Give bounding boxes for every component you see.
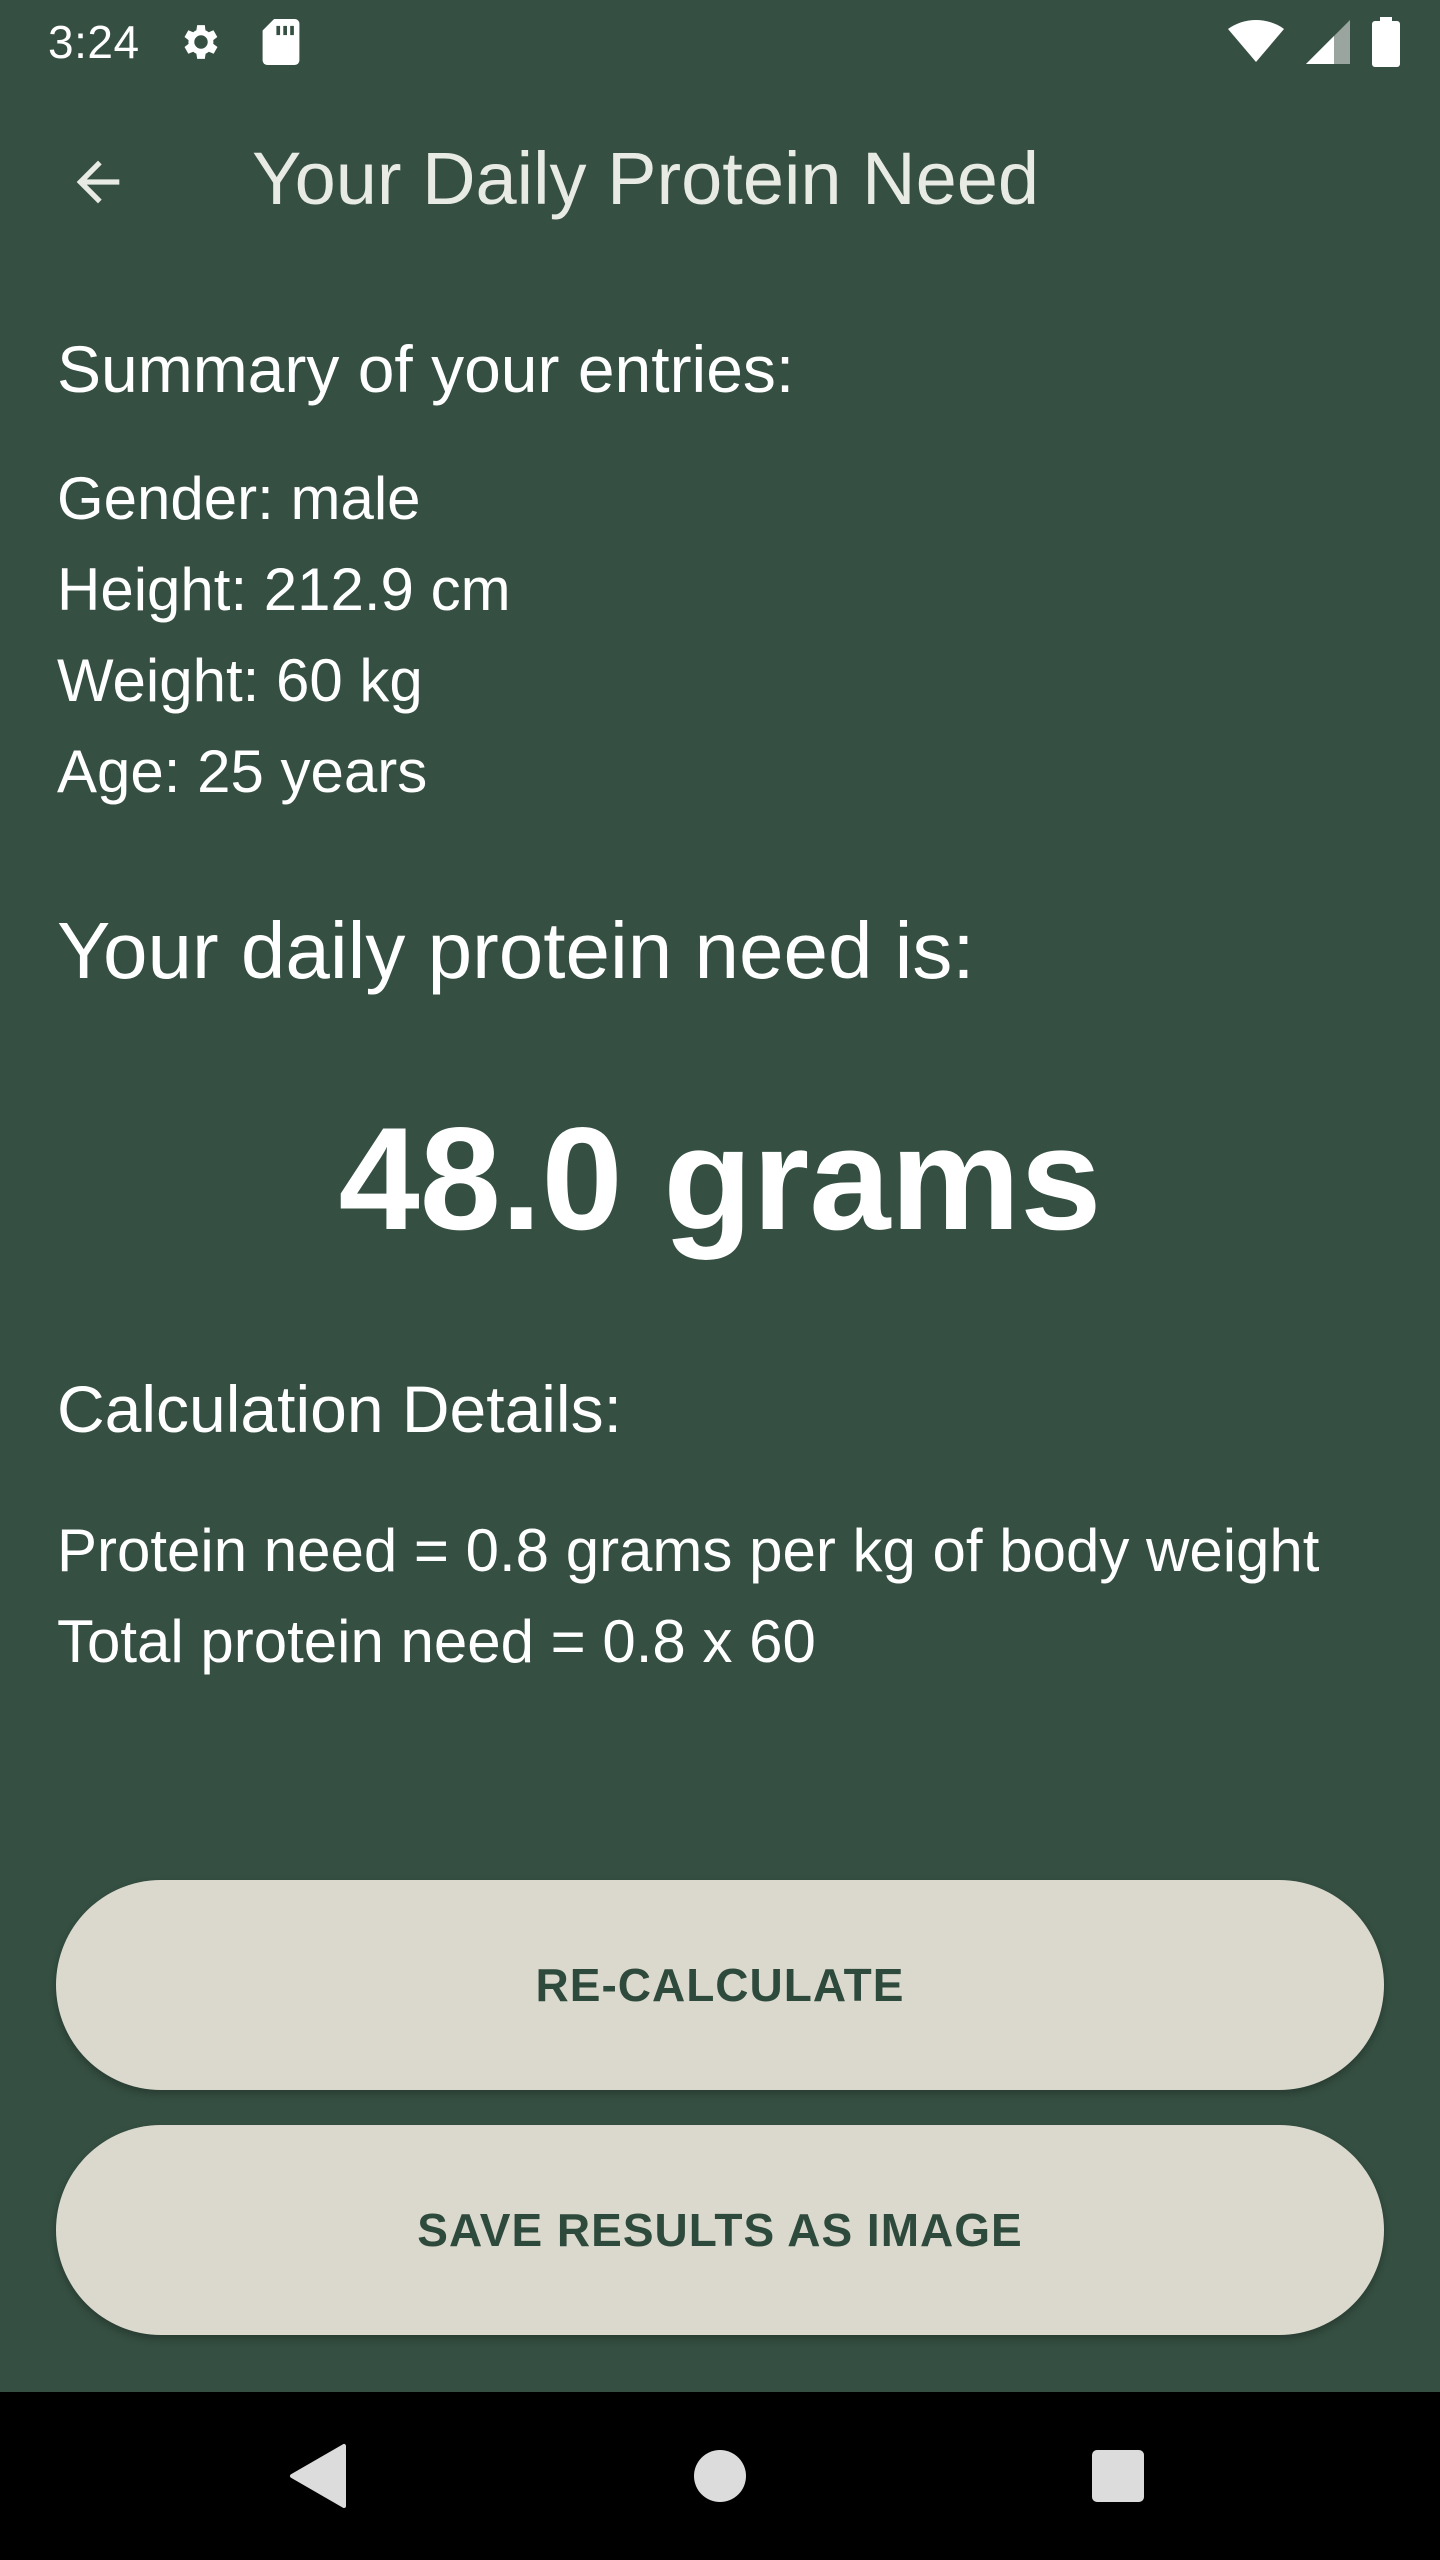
calculation-line: Protein need = 0.8 grams per kg of body … <box>57 1517 1320 1584</box>
status-bar: 3:24 <box>0 0 1440 84</box>
nav-home-icon <box>694 2450 746 2502</box>
results-content: Summary of your entries: Gender: male He… <box>57 330 1387 1675</box>
entry-height: Height: 212.9 cm <box>57 556 511 624</box>
page-title: Your Daily Protein Need <box>252 137 1040 221</box>
summary-heading: Summary of your entries: <box>57 332 795 406</box>
calculation-line: Total protein need = 0.8 x 60 <box>57 1608 816 1675</box>
calculation-heading: Calculation Details: <box>57 1372 622 1446</box>
entries-list: Gender: male Height: 212.9 cm Weight: 60… <box>57 453 1387 817</box>
gear-icon <box>178 19 224 65</box>
app-bar: Your Daily Protein Need <box>0 84 1440 280</box>
status-right <box>1228 17 1400 67</box>
entry-age: Age: 25 years <box>57 738 428 806</box>
nav-recents-button[interactable] <box>1058 2416 1178 2536</box>
arrow-left-icon <box>76 160 120 204</box>
nav-back-button[interactable] <box>258 2416 378 2536</box>
status-left: 3:24 <box>48 15 300 69</box>
status-time: 3:24 <box>48 16 140 68</box>
wifi-icon <box>1228 20 1284 64</box>
sd-card-icon <box>262 19 300 65</box>
entry-gender: Gender: male <box>57 465 421 533</box>
recalculate-button[interactable]: RE-CALCULATE <box>56 1880 1384 2090</box>
screen: 3:24 Your Daily Protein Need Summary of … <box>0 0 1440 2560</box>
system-nav-bar <box>0 2392 1440 2560</box>
battery-icon <box>1372 17 1400 67</box>
signal-icon <box>1306 20 1350 64</box>
save-results-button[interactable]: SAVE RESULTS AS IMAGE <box>56 2125 1384 2335</box>
protein-result-value: 48.0 grams <box>338 1097 1102 1260</box>
nav-back-icon <box>290 2444 346 2508</box>
nav-recents-icon <box>1092 2450 1144 2502</box>
protein-need-heading: Your daily protein need is: <box>57 906 975 996</box>
nav-home-button[interactable] <box>660 2416 780 2536</box>
entry-weight: Weight: 60 kg <box>57 647 423 715</box>
back-button[interactable] <box>56 140 140 224</box>
calculation-details: Protein need = 0.8 grams per kg of body … <box>57 1505 1387 1687</box>
